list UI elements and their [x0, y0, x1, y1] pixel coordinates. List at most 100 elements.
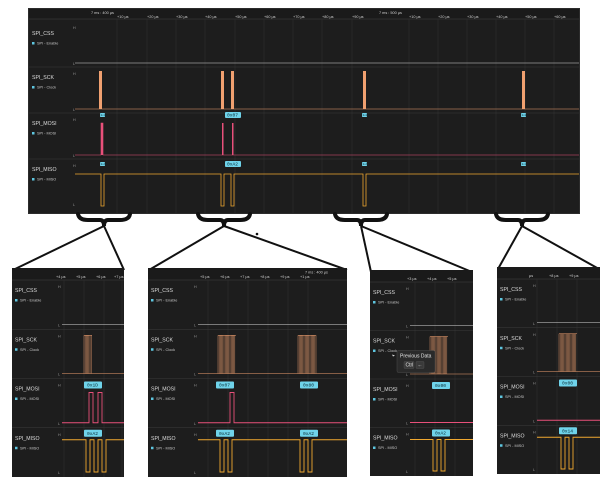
- channel-sub: SPI - Clock: [37, 86, 56, 90]
- zoom-panel-1[interactable]: +4 µs +5 µs +6 µs +7 µs SPI_CSS SPI - Enable H…: [12, 268, 124, 477]
- time-tick: +50 µs: [525, 15, 537, 19]
- miso-trace: [410, 439, 473, 472]
- time-tick: +4 µs: [427, 277, 437, 281]
- mosi-trace: [198, 392, 347, 424]
- level-low: L: [58, 471, 60, 475]
- zoom-waveform-svg: +4 µs +5 µs +6 µs +7 µs SPI_CSS SPI - Enable H…: [12, 268, 124, 477]
- level-high: H: [533, 333, 536, 337]
- sck-burst: [217, 335, 236, 374]
- time-tick: +8 µs: [260, 275, 270, 279]
- miso-decode-value: 0xA2: [227, 162, 238, 168]
- channel-label-css: SPI_CSS SPI - Enable: [15, 288, 41, 303]
- color-dot-icon: [32, 132, 35, 135]
- time-tick: +4 µs: [56, 275, 66, 279]
- time-tick: +3 µs: [407, 277, 417, 281]
- time-tick: +80 µs: [322, 15, 334, 19]
- color-dot-icon: [151, 446, 154, 450]
- channel-name: SPI_CSS: [500, 287, 522, 293]
- level-low: L: [533, 419, 535, 423]
- channel-name: SPI_MOSI: [500, 385, 525, 391]
- tooltip-title: Previous Data: [400, 354, 432, 360]
- channel-name: SPI_MISO: [15, 436, 40, 442]
- level-low: L: [73, 154, 75, 158]
- level-high: H: [194, 384, 197, 388]
- time-marker-1: 7 ms : 400 µs: [91, 11, 114, 15]
- miso-decode-value: 0xA2: [363, 163, 370, 166]
- zoom-panel-2[interactable]: 7 ms : 400 µs +5 µs +6 µs +7 µs +8 µs +9 µs +1…: [148, 268, 347, 477]
- color-dot-icon: [500, 298, 503, 301]
- ctrl-key: Ctrl: [406, 363, 414, 369]
- channel-label-css: SPI_CSS SPI - Enable: [151, 288, 177, 303]
- level-high: H: [194, 285, 197, 289]
- level-low: L: [194, 471, 196, 475]
- mosi-trace: [62, 392, 124, 424]
- time-tick: µs: [529, 274, 533, 278]
- channel-sub: SPI - MOSI: [505, 395, 524, 399]
- zoom-waveform-svg: 7 ms : 400 µs +5 µs +6 µs +7 µs +8 µs +9 µs +1…: [148, 268, 347, 477]
- level-high: H: [58, 433, 61, 437]
- color-dot-icon: [32, 86, 35, 89]
- level-high: H: [533, 382, 536, 386]
- miso-trace: [198, 439, 347, 473]
- level-high: H: [73, 26, 76, 30]
- level-high: H: [406, 287, 409, 291]
- time-tick: +20 µs: [438, 15, 450, 19]
- time-tick: +50 µs: [235, 15, 247, 19]
- color-dot-icon: [500, 346, 503, 350]
- color-dot-icon: [32, 178, 35, 181]
- time-tick: +10 µs: [117, 15, 129, 19]
- channel-name: SPI_CSS: [151, 288, 173, 294]
- level-high: H: [194, 334, 197, 338]
- channel-name: SPI_MOSI: [373, 387, 398, 393]
- channel-sub: SPI - MISO: [505, 444, 524, 448]
- zoom-panel-4[interactable]: µs +8 µs +9 µs SPI_CSS SPI - Enable H L SPI_SCK…: [497, 267, 600, 474]
- level-high: H: [194, 433, 197, 437]
- mosi-decode-value: 0x00: [562, 381, 573, 387]
- channel-sub: SPI - MISO: [156, 446, 175, 450]
- miso-decode-value: 0xA2: [87, 431, 98, 437]
- channel-label-css: SPI_CSS SPI - Enable: [373, 290, 399, 305]
- channel-sub: SPI - MISO: [37, 178, 56, 182]
- time-tick: +6 µs: [220, 275, 230, 279]
- channel-label-mosi: SPI_MOSI SPI - MOSI: [151, 387, 176, 401]
- channel-label-sck: SPI_SCK SPI - Clock: [151, 337, 175, 352]
- channel-label-miso: SPI_MISO SPI - MISO: [373, 436, 398, 450]
- time-tick: +5 µs: [200, 275, 210, 279]
- level-high: H: [73, 72, 76, 76]
- time-tick: +30 µs: [467, 15, 479, 19]
- channel-sub: SPI - MOSI: [156, 397, 175, 401]
- color-dot-icon: [373, 349, 376, 352]
- main-overview-panel[interactable]: 7 ms : 400 µs 7 ms : 500 µs +10 µs +20 µs…: [28, 8, 580, 214]
- miso-decode-value: 0x14: [562, 428, 573, 434]
- channel-label-sck: SPI_SCK SPI - Clock: [32, 75, 56, 90]
- level-low: L: [533, 371, 535, 375]
- level-high: H: [73, 164, 76, 168]
- channel-name: SPI_SCK: [15, 337, 37, 343]
- channel-sub: SPI - MOSI: [378, 398, 397, 402]
- sck-burst: [297, 335, 317, 374]
- time-marker-2: 7 ms : 500 µs: [379, 11, 402, 15]
- time-tick: +7 µs: [114, 275, 124, 279]
- level-high: H: [406, 433, 409, 437]
- color-dot-icon: [151, 348, 154, 351]
- channel-label-mosi: SPI_MOSI SPI - MOSI: [500, 385, 525, 399]
- time-tick: +5 µs: [447, 277, 457, 281]
- channel-name: SPI_CSS: [32, 31, 54, 37]
- channel-label-sck: SPI_SCK SPI - Clock: [15, 337, 39, 352]
- channel-label-sck: SPI_SCK SPI - Clock: [373, 339, 397, 353]
- channel-name: SPI_SCK: [151, 337, 173, 343]
- channel-sub: SPI - Clock: [156, 348, 175, 352]
- channel-sub: SPI - MISO: [378, 446, 397, 450]
- sck-burst: [558, 333, 577, 372]
- channel-sub: SPI - MISO: [20, 446, 39, 450]
- channel-name: SPI_CSS: [373, 290, 395, 296]
- sck-bursts: [99, 71, 525, 109]
- color-dot-icon: [15, 299, 18, 302]
- level-high: H: [533, 430, 536, 434]
- miso-decode-value: 0xA2: [303, 431, 314, 437]
- channel-label-mosi: SPI_MOSI SPI - MOSI: [32, 121, 57, 136]
- zoom-panel-3[interactable]: +3 µs +4 µs +5 µs SPI_CSS SPI - Enable H L SPI_…: [370, 270, 473, 476]
- level-low: L: [73, 203, 75, 207]
- miso-trace: [537, 436, 600, 470]
- level-high: H: [58, 384, 61, 388]
